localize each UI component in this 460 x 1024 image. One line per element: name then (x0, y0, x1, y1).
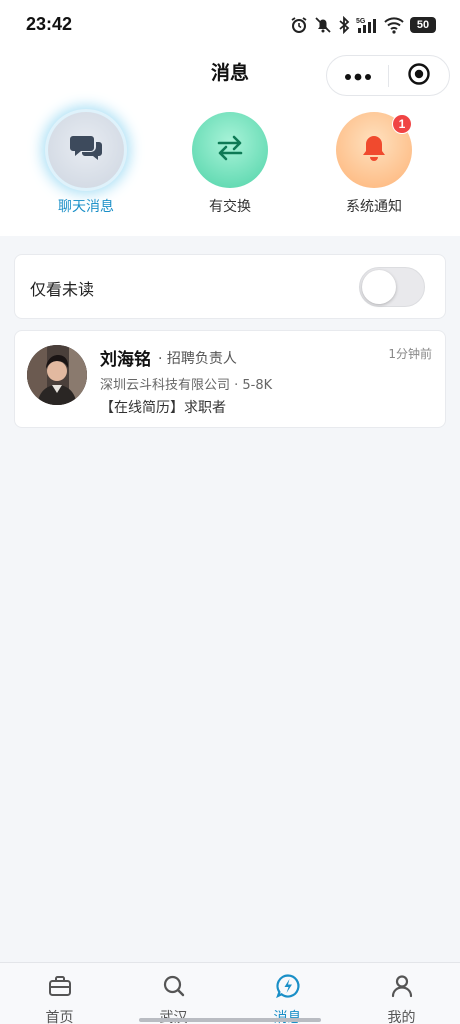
message-time: 1分钟前 (388, 347, 432, 361)
unread-toggle[interactable] (359, 267, 425, 307)
wifi-icon (384, 16, 404, 34)
message-bolt-icon (275, 973, 301, 1003)
category-chat[interactable]: 聊天消息 (26, 112, 146, 222)
battery-icon: 50 (410, 17, 436, 33)
mini-program-capsule (326, 55, 450, 96)
category-swap[interactable]: 有交换 (170, 112, 290, 222)
status-bar: 23:42 5G 50 (0, 0, 460, 50)
category-system-label: 系统通知 (346, 199, 402, 215)
contact-role: · 招聘负责人 (158, 351, 237, 367)
category-chat-label: 聊天消息 (58, 199, 114, 215)
message-item[interactable]: 刘海铭 · 招聘负责人 1分钟前 深圳云斗科技有限公司 · 5-8K 【在线简历… (14, 330, 446, 428)
more-button[interactable] (327, 56, 388, 95)
category-row: 聊天消息 有交换 1 系统通知 (0, 112, 460, 222)
toggle-knob (362, 270, 396, 304)
company-info: 深圳云斗科技有限公司 · 5-8K (100, 378, 273, 393)
more-icon (344, 66, 372, 85)
category-swap-label: 有交换 (209, 199, 251, 215)
swap-arrows-icon (215, 134, 245, 166)
tab-mine-label: 我的 (387, 1010, 416, 1024)
bluetooth-icon (338, 16, 350, 34)
close-button[interactable] (389, 56, 449, 95)
category-system[interactable]: 1 系统通知 (314, 112, 434, 222)
status-time: 23:42 (26, 14, 73, 34)
person-icon (389, 973, 415, 1003)
bottom-tabbar: 首页 武汉 消息 我的 (0, 962, 460, 1024)
bell-icon (360, 133, 388, 167)
tab-city[interactable]: 武汉 (116, 963, 231, 1024)
avatar (27, 345, 87, 405)
status-icons: 5G 50 (290, 14, 436, 36)
message-preview: 【在线简历】求职者 (100, 400, 226, 416)
category-system-circle: 1 (336, 112, 412, 188)
unread-filter-card: 仅看未读 (14, 254, 446, 319)
alarm-icon (290, 16, 308, 34)
unread-badge: 1 (392, 114, 412, 134)
tab-mine[interactable]: 我的 (344, 963, 459, 1024)
svg-text:5G: 5G (356, 18, 366, 25)
mute-icon (314, 16, 332, 34)
tab-home[interactable]: 首页 (2, 963, 117, 1024)
category-chat-circle (48, 112, 124, 188)
search-icon (161, 973, 187, 1003)
category-swap-circle (192, 112, 268, 188)
unread-filter-label: 仅看未读 (30, 280, 95, 299)
tab-home-label: 首页 (45, 1010, 74, 1024)
tab-messages[interactable]: 消息 (230, 963, 345, 1024)
briefcase-icon (47, 973, 73, 1003)
record-icon (407, 62, 431, 90)
signal-5g-icon: 5G (356, 16, 378, 34)
home-indicator (139, 1018, 321, 1022)
contact-name: 刘海铭 (100, 350, 151, 370)
chat-bubbles-icon (69, 133, 103, 167)
